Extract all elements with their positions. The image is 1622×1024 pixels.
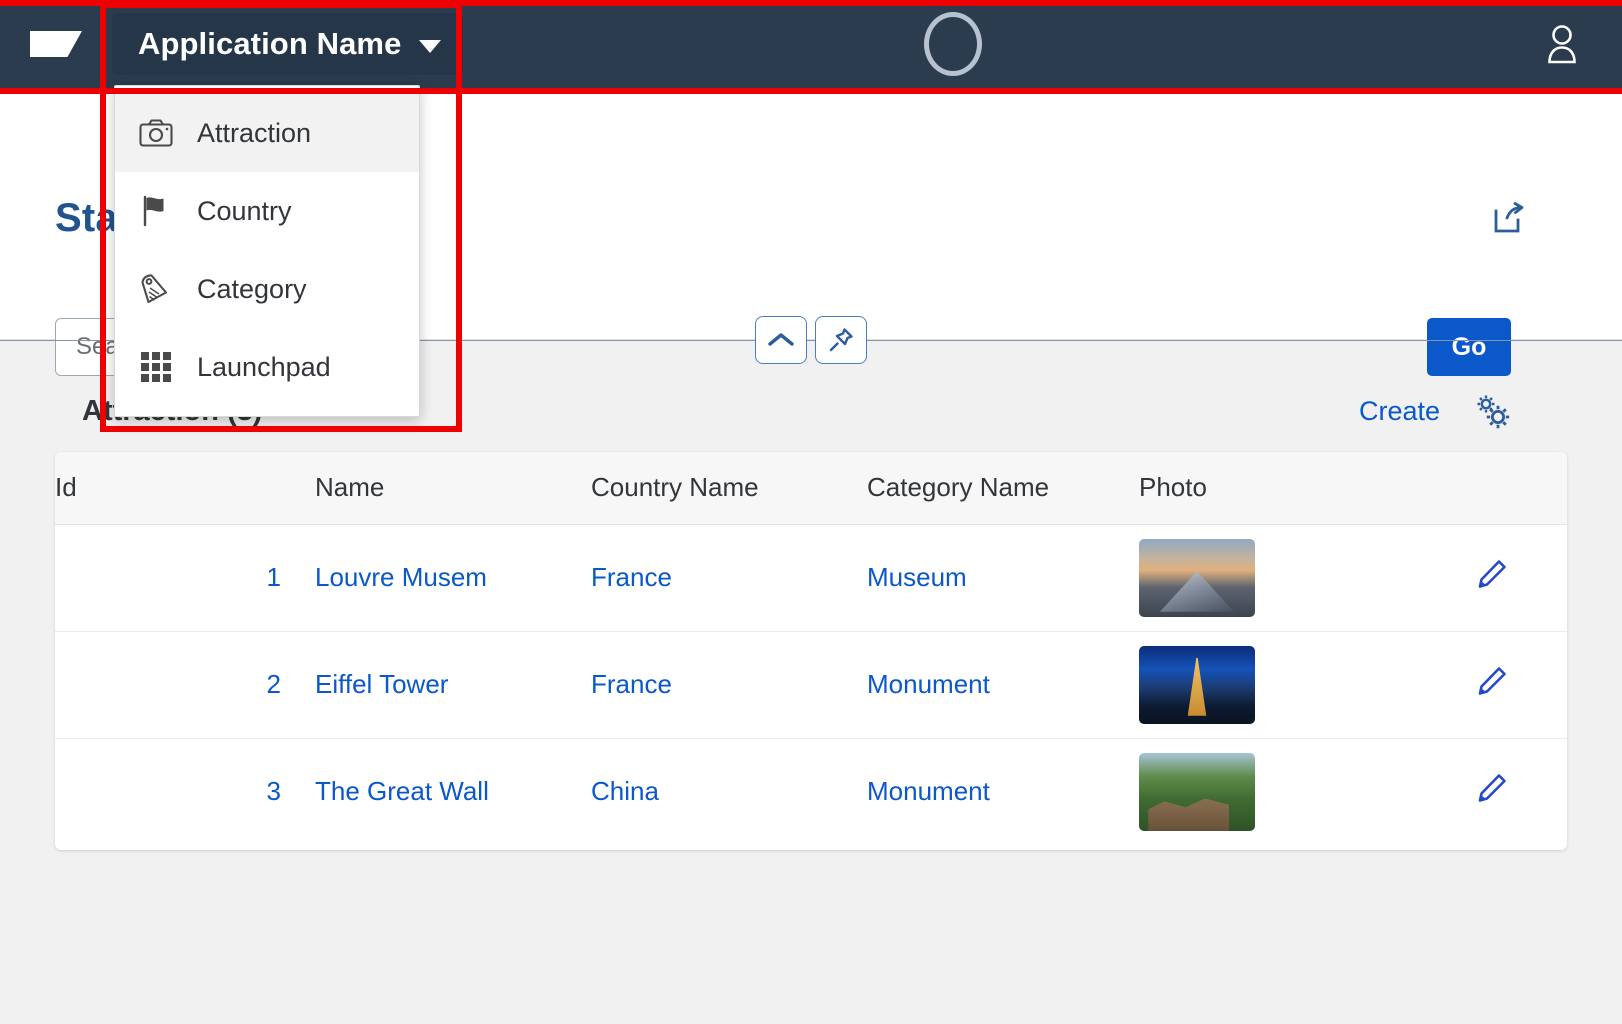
app-menu-popover: Attraction Country Category Launchpad <box>114 85 420 417</box>
column-header-photo[interactable]: Photo <box>1139 452 1389 525</box>
menu-item-label: Attraction <box>197 117 312 148</box>
column-header-name[interactable]: Name <box>315 452 591 525</box>
cell-category[interactable]: Museum <box>867 524 1139 632</box>
cell-id: 2 <box>55 631 315 739</box>
table-header-row: Id Name Country Name Category Name Photo <box>55 452 1567 525</box>
menu-item-label: Category <box>197 273 307 304</box>
cell-photo <box>1139 524 1389 632</box>
menu-item-label: Launchpad <box>197 351 331 382</box>
cell-name[interactable]: The Great Wall <box>315 738 591 845</box>
menu-item-launchpad[interactable]: Launchpad <box>115 328 419 406</box>
column-header-actions <box>1389 452 1567 525</box>
edit-pencil-icon <box>1478 774 1506 803</box>
shell-user-area[interactable] <box>1502 0 1622 88</box>
app-title-label: Application Name <box>138 26 402 61</box>
go-button[interactable]: Go <box>1427 318 1511 376</box>
user-avatar-icon <box>1548 25 1576 64</box>
table-head: Id Name Country Name Category Name Photo <box>55 452 1567 525</box>
great-wall-thumbnail-image <box>1139 752 1255 831</box>
cell-category[interactable]: Monument <box>867 738 1139 845</box>
column-header-category[interactable]: Category Name <box>867 452 1139 525</box>
share-export-button[interactable] <box>1486 196 1530 240</box>
chevron-up-icon <box>768 333 794 346</box>
camera-icon <box>137 118 175 148</box>
table-settings-button[interactable] <box>1470 389 1514 433</box>
flag-icon <box>137 195 175 227</box>
table-body: 1 Louvre Musem France Museum 2 Eiffel To… <box>55 524 1567 845</box>
share-export-icon <box>1494 202 1524 233</box>
app-logo-shape-icon <box>30 31 82 57</box>
table-row[interactable]: 3 The Great Wall China Monument <box>55 738 1567 845</box>
application-root: Application Name Sta Go <box>0 0 1622 1024</box>
column-header-country[interactable]: Country Name <box>591 452 867 525</box>
column-header-id[interactable]: Id <box>55 452 315 525</box>
menu-item-attraction[interactable]: Attraction <box>115 94 419 172</box>
shell-logo[interactable] <box>0 0 112 88</box>
edit-pencil-icon <box>1478 560 1506 588</box>
shell-center-logo <box>403 0 1502 88</box>
cell-country[interactable]: China <box>591 738 867 845</box>
tag-icon <box>137 272 175 306</box>
cell-name[interactable]: Louvre Musem <box>315 524 591 632</box>
cell-country[interactable]: France <box>591 631 867 739</box>
table-row[interactable]: 2 Eiffel Tower France Monument <box>55 631 1567 739</box>
page-title: Sta <box>55 196 118 240</box>
gear-settings-icon <box>1477 395 1510 429</box>
pin-icon <box>829 328 853 352</box>
cell-id: 3 <box>266 776 281 807</box>
cell-edit[interactable] <box>1389 524 1567 632</box>
menu-item-country[interactable]: Country <box>115 172 419 250</box>
collapse-header-button[interactable] <box>755 316 807 364</box>
grid-icon <box>137 352 175 382</box>
ring-logo-icon <box>923 12 982 76</box>
cell-edit[interactable] <box>1389 738 1567 845</box>
attraction-table: Id Name Country Name Category Name Photo… <box>55 452 1567 845</box>
attraction-table-card: Id Name Country Name Category Name Photo… <box>55 452 1567 850</box>
cell-edit[interactable] <box>1389 631 1567 739</box>
edit-pencil-icon <box>1478 667 1506 695</box>
cell-category[interactable]: Monument <box>867 631 1139 739</box>
menu-item-category[interactable]: Category <box>115 250 419 328</box>
table-row[interactable]: 1 Louvre Musem France Museum <box>55 524 1567 632</box>
cell-photo <box>1139 631 1389 739</box>
pin-header-button[interactable] <box>815 316 867 364</box>
shell-header: Application Name <box>0 0 1622 88</box>
menu-item-label: Country <box>197 195 292 226</box>
cell-country[interactable]: France <box>591 524 867 632</box>
cell-id: 1 <box>55 524 315 632</box>
cell-name[interactable]: Eiffel Tower <box>315 631 591 739</box>
create-button[interactable]: Create <box>1359 396 1440 427</box>
eiffel-tower-thumbnail-image <box>1139 645 1255 724</box>
louvre-thumbnail-image <box>1139 538 1255 617</box>
cell-photo <box>1139 738 1389 845</box>
